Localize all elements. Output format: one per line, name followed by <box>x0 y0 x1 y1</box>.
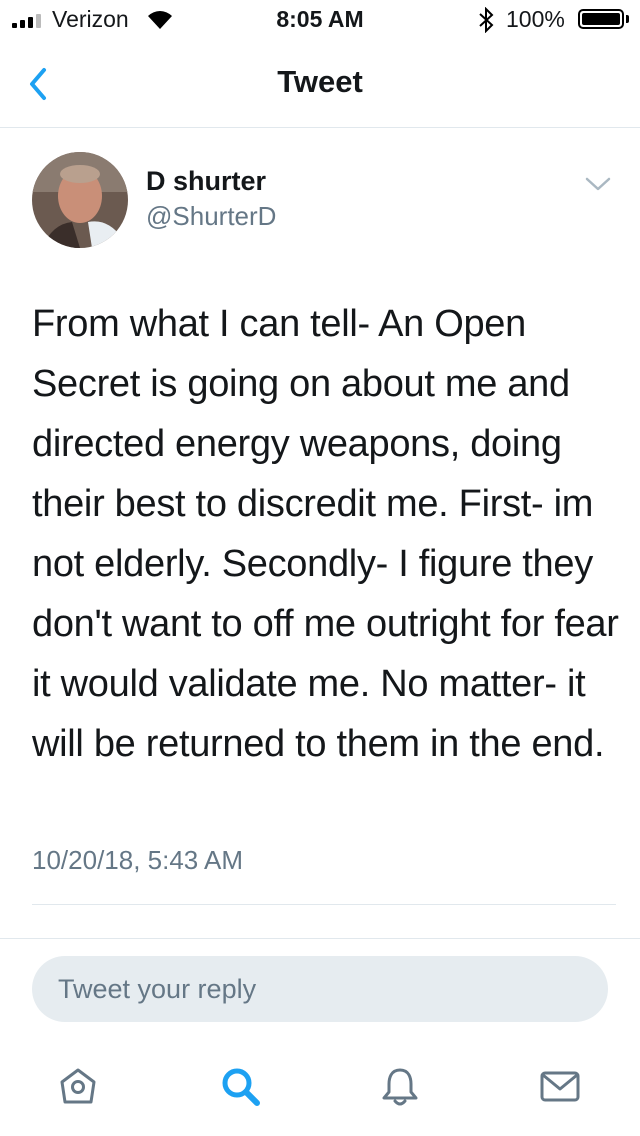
tweet-text: From what I can tell- An Open Secret is … <box>32 303 619 765</box>
status-bar: Verizon 8:05 AM 100% <box>0 0 640 40</box>
tweet-timestamp: 10/20/18, 5:43 AM <box>32 845 244 875</box>
search-icon[interactable] <box>218 1064 262 1108</box>
notifications-icon[interactable] <box>378 1064 422 1108</box>
tweet-stats-peek: ▬ ▬▬▬▬▬ ▬▬ ▬▬▬ <box>32 926 272 942</box>
messages-icon[interactable] <box>538 1064 582 1108</box>
divider <box>0 938 640 939</box>
chevron-down-icon[interactable] <box>585 176 611 192</box>
avatar[interactable] <box>32 152 128 248</box>
battery-icon <box>578 9 624 29</box>
nav-bar: Tweet <box>0 40 640 128</box>
divider <box>32 904 616 905</box>
reply-input[interactable]: Tweet your reply <box>32 956 608 1022</box>
page-title: Tweet <box>277 64 363 99</box>
battery-percent: 100% <box>506 6 565 32</box>
battery-tip <box>626 15 629 23</box>
author-handle[interactable]: @ShurterD <box>146 201 276 232</box>
bluetooth-icon <box>479 7 494 33</box>
home-icon[interactable] <box>56 1064 100 1108</box>
author-name[interactable]: D shurter <box>146 166 266 197</box>
